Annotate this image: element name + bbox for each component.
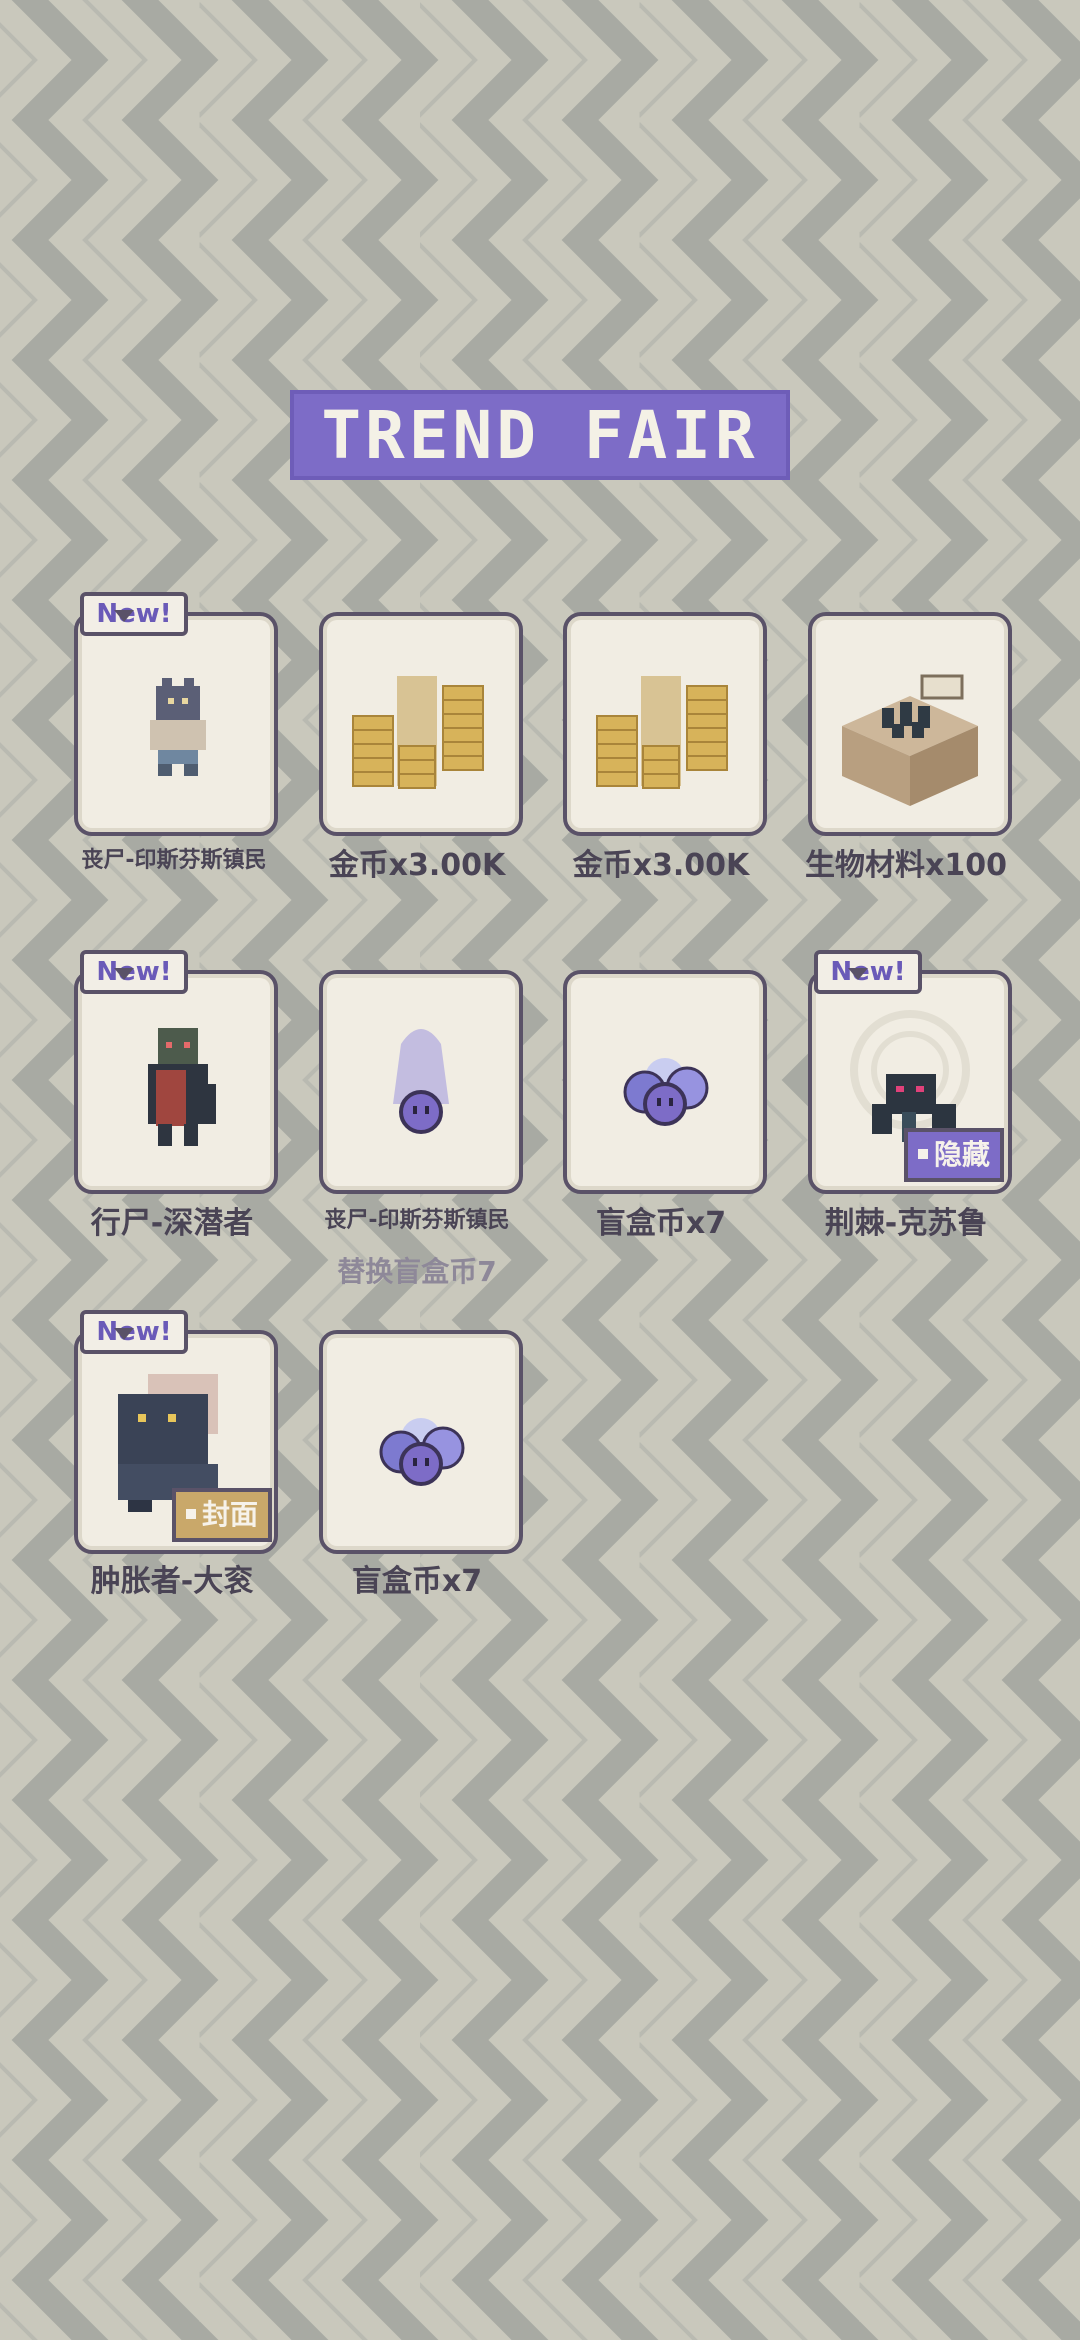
reward-label: 丧尸-印斯芬斯镇民 <box>324 1208 510 1233</box>
reward-card-bio-material[interactable] <box>808 612 1012 836</box>
replacement-note: 替换盲盒币7 <box>337 1255 497 1288</box>
ghost-blindbox-icon <box>393 1029 449 1134</box>
reward-label: 盲盒币x7 <box>595 1206 727 1241</box>
reward-card-bloated-dagon[interactable]: New! 封面 <box>74 1310 278 1554</box>
blindbox-coins-icon <box>379 1418 465 1486</box>
new-badge: New! <box>80 1310 188 1354</box>
zombie-villager-icon <box>150 678 206 776</box>
reward-label: 生物材料x100 <box>805 848 1007 883</box>
reward-label: 行尸-深潜者 <box>90 1206 254 1241</box>
hidden-tag: 隐藏 <box>904 1128 1005 1182</box>
trend-fair-title: TREND FAIR <box>290 390 790 480</box>
blindbox-coins-icon <box>623 1058 709 1126</box>
reward-label: 盲盒币x7 <box>351 1564 483 1599</box>
reward-card-gold-coins[interactable] <box>563 612 767 836</box>
gold-coins-icon <box>596 676 728 789</box>
new-badge: New! <box>80 950 188 994</box>
reward-card-replaced-villager[interactable] <box>319 970 523 1194</box>
reward-label: 金币x3.00K <box>328 848 506 883</box>
reward-card-blindbox-coins[interactable] <box>563 970 767 1194</box>
gold-coins-icon <box>352 676 484 789</box>
reward-card-gold-coins[interactable] <box>319 612 523 836</box>
bio-material-crate-icon <box>842 674 978 806</box>
reward-card-deep-diver[interactable]: New! <box>74 950 278 1194</box>
reward-card-thorn-cthulhu[interactable]: New! 隐藏 <box>808 950 1012 1194</box>
reward-label: 丧尸-印斯芬斯镇民 <box>81 848 267 873</box>
reward-label: 金币x3.00K <box>572 848 750 883</box>
cover-tag: 封面 <box>172 1488 273 1542</box>
reward-card-blindbox-coins[interactable] <box>319 1330 523 1554</box>
reward-card-zombie-villager[interactable]: New! <box>74 592 278 836</box>
new-badge: New! <box>814 950 922 994</box>
reward-label: 肿胀者-大衮 <box>90 1564 254 1599</box>
deep-diver-icon <box>148 1028 216 1146</box>
reward-label: 荆棘-克苏鲁 <box>824 1206 988 1241</box>
new-badge: New! <box>80 592 188 636</box>
